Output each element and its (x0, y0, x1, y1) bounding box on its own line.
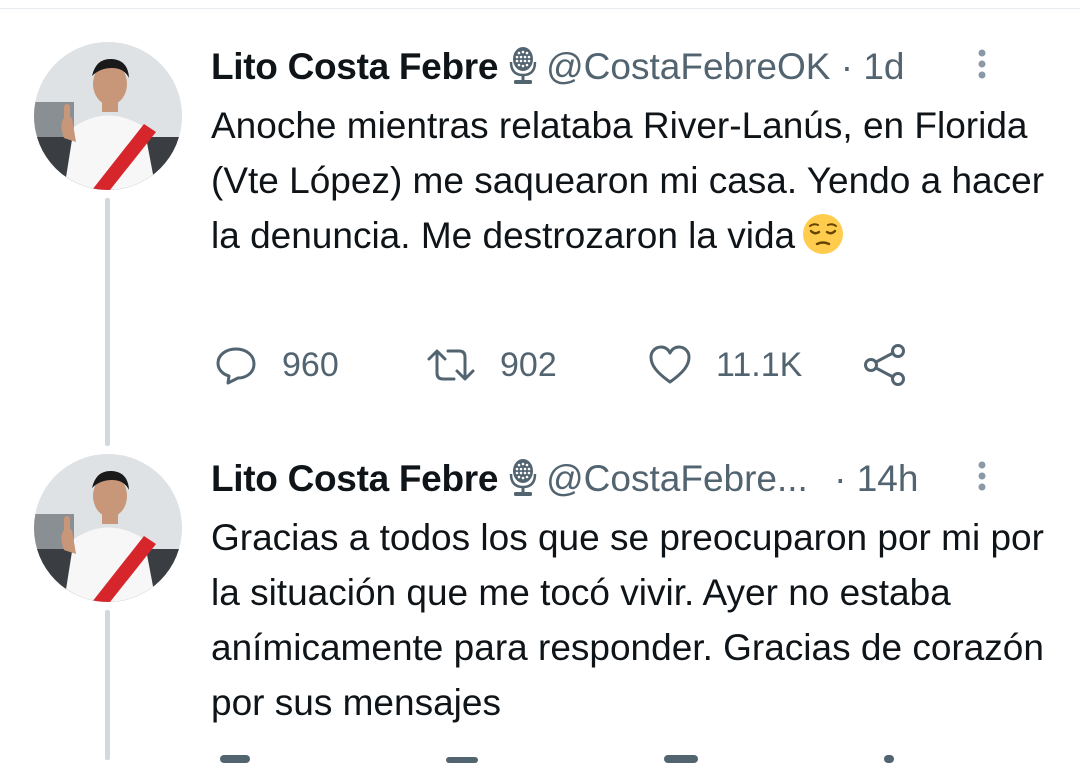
author-handle[interactable]: @CostaFebreOK (546, 46, 830, 87)
like-count: 11.1K (716, 345, 803, 384)
tweet-actions: 960 902 11.1K (214, 340, 974, 390)
like-button[interactable]: 11.1K (648, 340, 802, 390)
tweet[interactable]: Lito Costa Febre @CostaFebreOK · 1d Anoc… (0, 40, 1080, 450)
reply-button[interactable]: 960 (214, 340, 339, 390)
tweet[interactable]: Lito Costa Febre @CostaFebre... · 14h Gr… (0, 452, 1080, 763)
thread-line (105, 610, 110, 760)
avatar-photo (34, 454, 182, 602)
separator-dot: · (840, 46, 854, 87)
share-icon (862, 343, 908, 387)
author-handle[interactable]: @CostaFebre... (546, 458, 808, 499)
microphone-icon (506, 46, 540, 86)
author-name[interactable]: Lito Costa Febre (211, 46, 498, 87)
tweet-actions-cutoff (214, 750, 974, 763)
author-name[interactable]: Lito Costa Febre (211, 458, 498, 499)
tweet-text: Anoche mientras relataba River-Lanús, en… (211, 98, 1051, 263)
thread-line (105, 198, 110, 446)
retweet-button[interactable]: 902 (426, 340, 557, 390)
pensive-face-icon (801, 212, 845, 256)
timestamp[interactable]: 1d (863, 46, 904, 87)
timestamp[interactable]: 14h (857, 458, 919, 499)
tweet-text-content: Anoche mientras relataba River-Lanús, en… (211, 105, 1045, 256)
microphone-icon (506, 458, 540, 498)
share-button[interactable] (862, 340, 908, 390)
avatar-photo (34, 42, 182, 190)
tweet-text: Gracias a todos los que se preocuparon p… (211, 510, 1051, 730)
retweet-count: 902 (500, 345, 557, 384)
tweet-text-content: Gracias a todos los que se preocuparon p… (211, 517, 1044, 723)
avatar[interactable] (34, 42, 182, 190)
reply-count: 960 (282, 345, 339, 384)
heart-icon (648, 343, 692, 387)
tweet-header: Lito Costa Febre @CostaFebre... · 14h (211, 456, 1031, 502)
more-vertical-icon[interactable] (975, 458, 989, 498)
retweet-icon (426, 343, 476, 387)
separator-dot: · (834, 458, 847, 499)
top-divider (0, 0, 1080, 9)
more-vertical-icon[interactable] (975, 46, 989, 86)
avatar[interactable] (34, 454, 182, 602)
reply-icon (214, 343, 258, 387)
tweet-header: Lito Costa Febre @CostaFebreOK · 1d (211, 44, 1031, 90)
